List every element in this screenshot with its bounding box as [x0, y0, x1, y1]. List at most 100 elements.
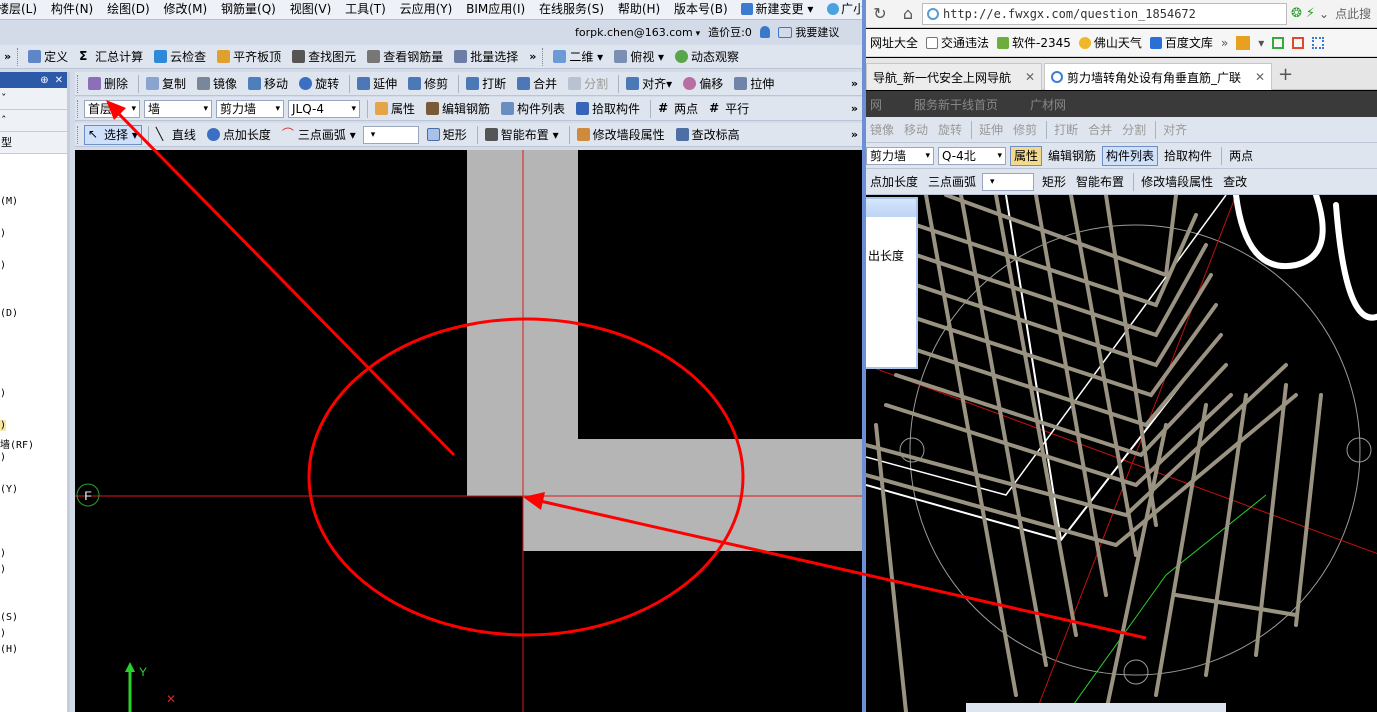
modify-wall-props-button[interactable]: 修改墙段属性 [573, 125, 669, 145]
tree-item[interactable]: (D) [0, 308, 18, 319]
floor-select[interactable]: 首层 [84, 99, 140, 118]
menu-version[interactable]: 版本号(B) [669, 0, 733, 18]
toolbox-icon[interactable] [1292, 36, 1305, 49]
align-slab-top-button[interactable]: 平齐板顶 [213, 47, 285, 67]
extend-button[interactable]: 延伸 [353, 74, 401, 94]
menu-help[interactable]: 帮助(H) [613, 0, 665, 18]
summary-calc-button[interactable]: Σ 汇总计算 [75, 47, 147, 67]
refresh-icon[interactable]: ↻ [866, 0, 894, 28]
view-mode-dropdown[interactable]: 二维 ▾ [549, 47, 607, 67]
tree-item[interactable]: ) [0, 452, 6, 463]
panel-tab[interactable]: 型 [0, 132, 67, 154]
menu-component[interactable]: 构件(N) [46, 0, 98, 18]
tab-question[interactable]: 剪力墙转角处设有角垂直筋_广联 ✕ [1044, 63, 1272, 90]
reader-icon[interactable] [1272, 36, 1285, 49]
bookmark-item[interactable]: 网址大全 [870, 34, 918, 51]
align-dropdown[interactable]: 对齐 ▾ [622, 74, 676, 94]
menu-new-change[interactable]: 新建变更 ▾ [736, 0, 818, 18]
split-button[interactable]: 分割 [564, 74, 612, 94]
toolbar-overflow-icon[interactable]: » [525, 50, 540, 63]
move-button[interactable]: 移动 [244, 74, 292, 94]
pin-icon[interactable]: ⊕ [40, 75, 48, 86]
tree-item[interactable]: (H) [0, 644, 18, 655]
smart-layout-dropdown[interactable]: 智能布置 ▾ [481, 125, 563, 145]
break-button[interactable]: 打断 [462, 74, 510, 94]
toolbar-overflow-icon[interactable]: » [847, 128, 862, 141]
url-field[interactable]: http://e.fwxgx.com/question_1854672 [922, 2, 1287, 25]
drawing-canvas[interactable]: F Y ✕ [75, 150, 862, 712]
grid-icon[interactable] [1312, 36, 1325, 49]
account-dropdown[interactable]: forpk.chen@163.com [575, 26, 700, 39]
component-list-button[interactable]: 构件列表 [497, 99, 569, 119]
chevron-down-icon[interactable]: ▾ [1258, 36, 1264, 50]
panel-tab[interactable]: ˆ [0, 110, 67, 132]
copy-button[interactable]: 复制 [142, 74, 190, 94]
tree-item[interactable]: (Y) [0, 484, 18, 495]
find-element-button[interactable]: 查找图元 [288, 47, 360, 67]
tree-item[interactable]: ) [0, 564, 6, 575]
tree-item-selected[interactable]: ) [0, 420, 7, 431]
suggest-link[interactable]: 我要建议 [777, 24, 839, 40]
properties-button[interactable]: 属性 [371, 99, 419, 119]
parallel-button[interactable]: # 平行 [705, 99, 753, 119]
menu-view[interactable]: 视图(V) [285, 0, 337, 18]
tree-item[interactable]: ) [0, 260, 6, 271]
view-angle-dropdown[interactable]: 俯视 ▾ [610, 47, 668, 67]
batch-select-button[interactable]: 批量选择 [450, 47, 522, 67]
home-icon[interactable]: ⌂ [894, 0, 922, 28]
menu-bim[interactable]: BIM应用(I) [461, 0, 530, 18]
tree-item[interactable]: (S) [0, 612, 18, 623]
menu-rebar-qty[interactable]: 钢筋量(Q) [216, 0, 281, 18]
component-select[interactable]: JLQ-4 [288, 99, 360, 118]
pick-component-button[interactable]: 拾取构件 [572, 99, 644, 119]
delete-button[interactable]: 删除 [84, 74, 132, 94]
arc-option-select[interactable] [362, 125, 419, 144]
menu-draw[interactable]: 绘图(D) [102, 0, 155, 18]
rectangle-button[interactable]: 矩形 [423, 125, 471, 145]
lightning-icon[interactable]: ⚡ [1306, 6, 1315, 21]
bookmarks-overflow-icon[interactable]: » [1221, 36, 1228, 50]
stretch-button[interactable]: 拉伸 [730, 74, 778, 94]
bookmark-item[interactable]: 百度文库 [1149, 34, 1213, 51]
menu-assistant[interactable]: 广小二 [822, 0, 862, 18]
tree-item[interactable]: 墙(RF) [0, 436, 34, 451]
menu-tools[interactable]: 工具(T) [340, 0, 391, 18]
menu-online[interactable]: 在线服务(S) [534, 0, 609, 18]
view-rebar-qty-button[interactable]: 查看钢筋量 [363, 47, 447, 67]
tree-item[interactable]: ) [0, 228, 6, 239]
tree-item[interactable]: ) [0, 388, 6, 399]
apps-icon[interactable] [1236, 35, 1251, 50]
dynamic-view-button[interactable]: 动态观察 [671, 47, 743, 67]
trim-button[interactable]: 修剪 [404, 74, 452, 94]
tree-item[interactable]: ) [0, 548, 6, 559]
close-icon[interactable]: ✕ [55, 75, 63, 86]
offset-button[interactable]: 偏移 [679, 74, 727, 94]
bell-icon[interactable] [759, 26, 770, 38]
define-button[interactable]: 定义 [24, 47, 72, 67]
new-tab-icon[interactable]: + [1278, 64, 1293, 85]
line-button[interactable]: ╲ 直线 [152, 125, 200, 145]
search-box[interactable]: 点此搜 [1335, 5, 1371, 22]
type-select[interactable]: 剪力墙 [216, 99, 284, 118]
tab-close-icon[interactable]: ✕ [1255, 70, 1265, 84]
menu-modify[interactable]: 修改(M) [159, 0, 213, 18]
bookmark-item[interactable]: 佛山天气 [1078, 34, 1142, 51]
mirror-button[interactable]: 镜像 [193, 74, 241, 94]
edit-rebar-button[interactable]: 编辑钢筋 [422, 99, 494, 119]
point-length-button[interactable]: 点加长度 [203, 125, 275, 145]
menu-floor[interactable]: 楼层(L) [0, 0, 42, 18]
tree-item[interactable]: (M) [0, 196, 18, 207]
panel-tab[interactable]: ˇ [0, 88, 67, 110]
two-points-button[interactable]: # 两点 [654, 99, 702, 119]
select-button[interactable]: ↖ 选择 ▾ [84, 124, 142, 145]
toolbar-overflow-icon[interactable]: » [0, 50, 15, 63]
chevron-down-icon[interactable]: ⌄ [1319, 7, 1329, 21]
three-point-arc-button[interactable]: ⌒ 三点画弧 ▾ [278, 125, 360, 145]
security-icon[interactable]: ❂ [1291, 6, 1302, 21]
check-elevation-button[interactable]: 查改标高 [672, 125, 744, 145]
toolbar-overflow-icon[interactable]: » [847, 77, 862, 90]
bookmark-item[interactable]: 交通违法 [926, 34, 989, 51]
menu-cloud[interactable]: 云应用(Y) [395, 0, 458, 18]
toolbar-overflow-icon[interactable]: » [847, 102, 862, 115]
bookmark-item[interactable]: 软件-2345 [997, 34, 1071, 51]
